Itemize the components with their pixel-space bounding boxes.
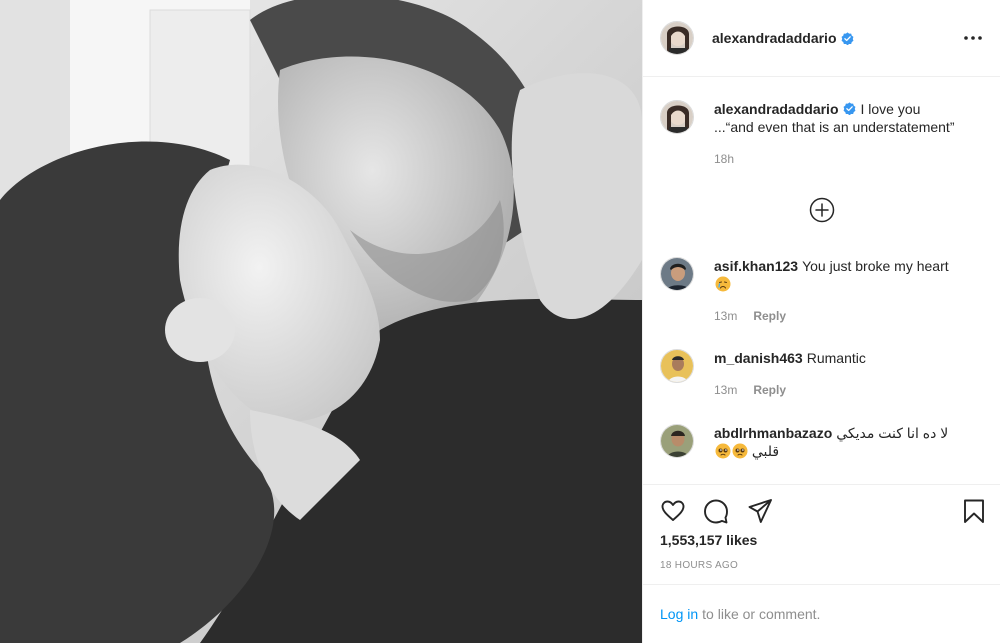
post-actions: 1,553,157 likes 18 HOURS AGO [643,484,1000,584]
comment-meta: 13m Reply [714,307,974,325]
avatar-image [661,350,693,382]
comment-item: asif.khan123 You just broke my heart 13m … [660,257,990,325]
author-username[interactable]: alexandradaddario [712,30,837,46]
like-heart-icon[interactable] [660,498,686,524]
reply-button[interactable]: Reply [753,307,786,325]
comment-username[interactable]: m_danish463 [714,350,803,366]
caption-text-line1: I love you [860,101,921,117]
comment-text: You just broke my heart [802,258,949,274]
caption-time[interactable]: 18h [714,150,734,168]
verified-badge-icon [841,31,853,45]
comment-item: m_danish463 Rumantic 13m Reply [660,349,990,399]
more-options-button[interactable] [961,28,985,48]
comment-text: لا ده انا كنت مديكي [836,425,949,441]
comment-username[interactable]: abdlrhmanbazazo [714,425,832,441]
caption: alexandradaddario I love you ...“and even… [660,100,990,168]
post-photo[interactable] [0,0,642,643]
avatar-image [661,425,693,457]
comment-bubble-icon[interactable] [703,498,729,524]
verified-badge-icon [843,102,855,115]
avatar-image [661,101,693,133]
login-link[interactable]: Log in [660,606,698,622]
commenter-avatar[interactable] [660,349,694,383]
commenter-avatar[interactable] [660,257,694,291]
comment-body: asif.khan123 You just broke my heart 13m … [714,257,974,325]
pleading-face-icon [715,443,731,459]
caption-avatar[interactable] [660,100,694,134]
caption-username[interactable]: alexandradaddario [714,101,839,117]
caption-body: alexandradaddario I love you ...“and even… [714,100,974,168]
caption-meta: 18h [714,150,974,168]
likes-count[interactable]: 1,553,157 likes [660,532,757,548]
comment-item: abdlrhmanbazazo لا ده انا كنت مديكي قلبي [660,424,990,460]
post-side-panel: alexandradaddario alexandradaddario I lo… [642,0,1000,643]
share-send-icon[interactable] [747,498,773,524]
comment-username[interactable]: asif.khan123 [714,258,798,274]
author-avatar[interactable] [660,21,694,55]
kiss-photo-image [0,0,642,643]
avatar-image [661,22,693,54]
avatar-image [661,258,693,290]
save-bookmark-icon[interactable] [961,498,987,524]
comment-meta: 13m Reply [714,381,974,399]
pleading-face-icon [732,443,748,459]
comment-time[interactable]: 13m [714,381,737,399]
commenter-avatar[interactable] [660,424,694,458]
login-prompt: Log in to like or comment. [643,584,1000,643]
reply-button[interactable]: Reply [753,381,786,399]
ellipsis-icon [964,36,982,40]
comment-body: abdlrhmanbazazo لا ده انا كنت مديكي قلبي [714,424,974,460]
load-more-comments-icon[interactable] [809,197,835,223]
instagram-post: alexandradaddario alexandradaddario I lo… [0,0,1000,643]
login-suffix: to like or comment. [702,606,821,622]
comment-text: Rumantic [806,350,866,366]
post-timestamp[interactable]: 18 HOURS AGO [660,560,738,571]
comment-text-line2: قلبي [751,443,780,459]
caption-text-line2: ...“and even that is an understatement” [714,119,955,135]
comment-time[interactable]: 13m [714,307,737,325]
comment-body: m_danish463 Rumantic 13m Reply [714,349,974,399]
crying-face-icon [715,276,731,292]
comments-section: alexandradaddario I love you ...“and even… [643,77,1000,484]
post-header: alexandradaddario [643,0,1000,77]
